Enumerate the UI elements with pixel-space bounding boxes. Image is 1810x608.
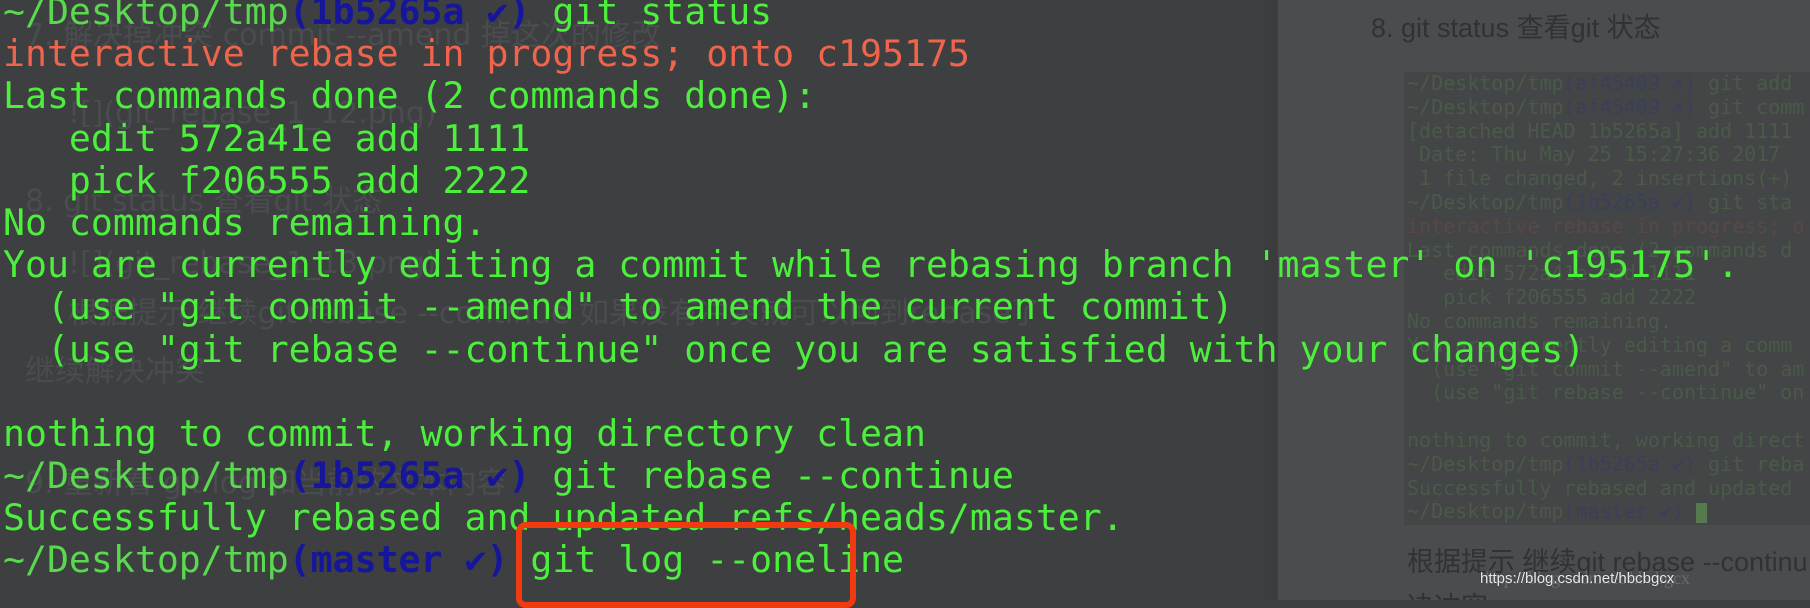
prompt-branch: (master ✔) — [288, 538, 509, 582]
prompt-branch: (1b5265a ✔) — [288, 454, 531, 498]
terminal-line: ~/Desktop/tmp(master ✔) git log --onelin… — [3, 539, 1739, 581]
output-text: Last commands done (2 commands done): — [3, 74, 817, 118]
output-text: pick f206555 add 2222 — [3, 158, 531, 202]
highlight-box — [516, 522, 856, 608]
output-text: (use "git rebase --continue" once you ar… — [3, 327, 1586, 371]
terminal-line: (use "git rebase --continue" once you ar… — [3, 327, 1739, 371]
terminal-line: Last commands done (2 commands done): — [3, 75, 1739, 117]
terminal-line: edit 572a41e add 1111 — [3, 116, 1739, 160]
terminal-line: No commands remaining. — [3, 200, 1739, 244]
status-warning: interactive rebase in progress; onto c19… — [3, 32, 970, 76]
output-text: edit 572a41e add 1111 — [3, 116, 531, 160]
terminal-line: ~/Desktop/tmp(1b5265a ✔) git status — [3, 0, 1739, 33]
terminal-line: ~/Desktop/tmp(1b5265a ✔) git rebase --co… — [3, 454, 1739, 498]
output-text: You are currently editing a commit while… — [3, 243, 1740, 287]
terminal-line: pick f206555 add 2222 — [3, 158, 1739, 202]
prompt-branch: (1b5265a ✔) — [288, 0, 531, 33]
terminal-line: interactive rebase in progress; onto c19… — [3, 33, 1739, 75]
output-text: No commands remaining. — [3, 200, 487, 244]
watermark: https://blog.csdn.net/hbcbgcx — [1480, 570, 1675, 587]
terminal-line: You are currently editing a commit while… — [3, 244, 1739, 286]
terminal-line: (use "git commit --amend" to amend the c… — [3, 286, 1739, 328]
command-text: git status — [530, 0, 773, 33]
output-text: nothing to commit, working directory cle… — [3, 411, 926, 455]
terminal-line: Successfully rebased and updated refs/he… — [3, 497, 1739, 539]
prompt-path: ~/Desktop/tmp — [3, 454, 289, 498]
terminal-output: ~/Desktop/tmp(1b5265a ✔) git status inter… — [3, 0, 1739, 582]
prompt-path: ~/Desktop/tmp — [3, 538, 289, 582]
terminal-line: nothing to commit, working directory cle… — [3, 411, 1739, 455]
command-text: git rebase --continue — [530, 454, 1014, 498]
output-text: (use "git commit --amend" to amend the c… — [3, 285, 1234, 329]
article-paragraph-continued: 决冲突 — [1407, 585, 1488, 600]
prompt-path: ~/Desktop/tmp — [3, 0, 289, 33]
